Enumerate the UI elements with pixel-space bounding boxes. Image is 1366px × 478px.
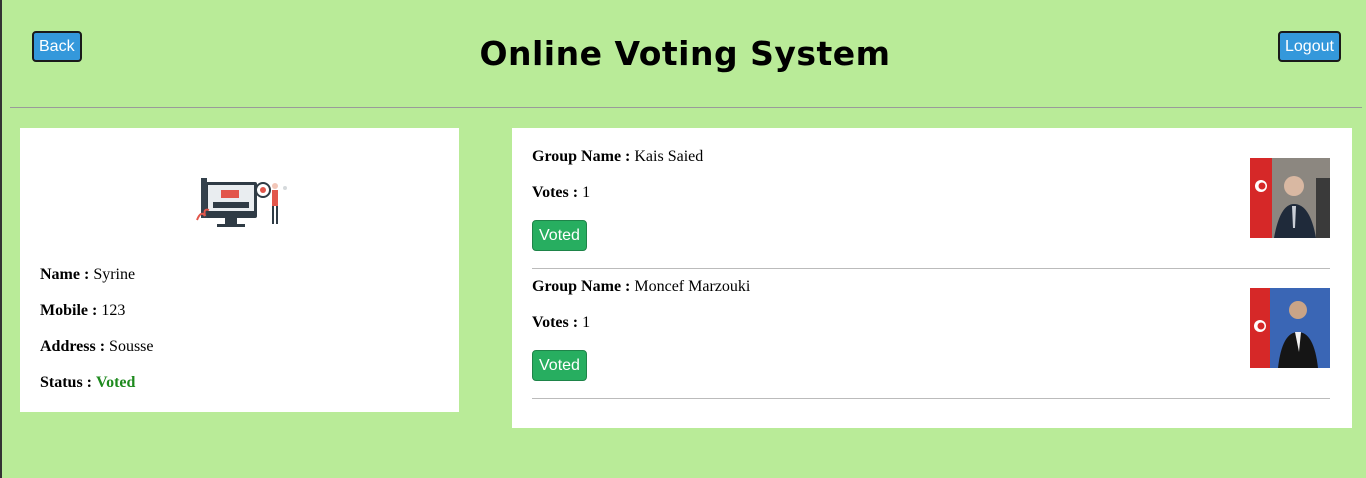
group-name-value: Kais Saied	[634, 148, 704, 165]
group-votes: Votes : 1	[532, 314, 590, 332]
group-votes: Votes : 1	[532, 184, 590, 202]
group-name: Group Name : Moncef Marzouki	[532, 278, 750, 296]
profile-address: Address : Sousse	[40, 338, 154, 356]
page-title: Online Voting System	[479, 34, 891, 73]
group-name-label: Group Name :	[532, 278, 631, 295]
mobile-value: 123	[101, 302, 126, 319]
logout-button[interactable]: Logout	[1278, 31, 1341, 62]
address-label: Address :	[40, 338, 106, 355]
voted-button[interactable]: Voted	[532, 220, 587, 251]
group-item: Group Name : Moncef Marzouki Votes : 1 V…	[532, 268, 1330, 399]
group-name-value: Moncef Marzouki	[634, 278, 751, 295]
votes-value: 1	[582, 314, 591, 331]
mobile-label: Mobile :	[40, 302, 98, 319]
status-label: Status :	[40, 374, 93, 391]
profile-status: Status : Voted	[40, 374, 135, 392]
votes-value: 1	[582, 184, 591, 201]
group-item: Group Name : Kais Saied Votes : 1 Voted	[532, 138, 1330, 269]
profile-name: Name : Syrine	[40, 266, 135, 284]
name-label: Name :	[40, 266, 90, 283]
header-divider	[10, 107, 1362, 108]
voting-illustration-icon	[196, 178, 287, 227]
groups-card: Group Name : Kais Saied Votes : 1 Voted …	[512, 128, 1352, 428]
name-value: Syrine	[93, 266, 136, 283]
profile-mobile: Mobile : 123	[40, 302, 125, 320]
group-name: Group Name : Kais Saied	[532, 148, 703, 166]
status-value: Voted	[96, 374, 136, 391]
group-name-label: Group Name :	[532, 148, 631, 165]
header: Back Online Voting System Logout	[2, 0, 1366, 108]
votes-label: Votes :	[532, 314, 579, 331]
voted-button[interactable]: Voted	[532, 350, 587, 381]
votes-label: Votes :	[532, 184, 579, 201]
address-value: Sousse	[109, 338, 154, 355]
candidate-photo-icon	[1250, 288, 1330, 368]
profile-card: Name : Syrine Mobile : 123 Address : Sou…	[20, 128, 459, 412]
candidate-photo-icon	[1250, 158, 1330, 238]
